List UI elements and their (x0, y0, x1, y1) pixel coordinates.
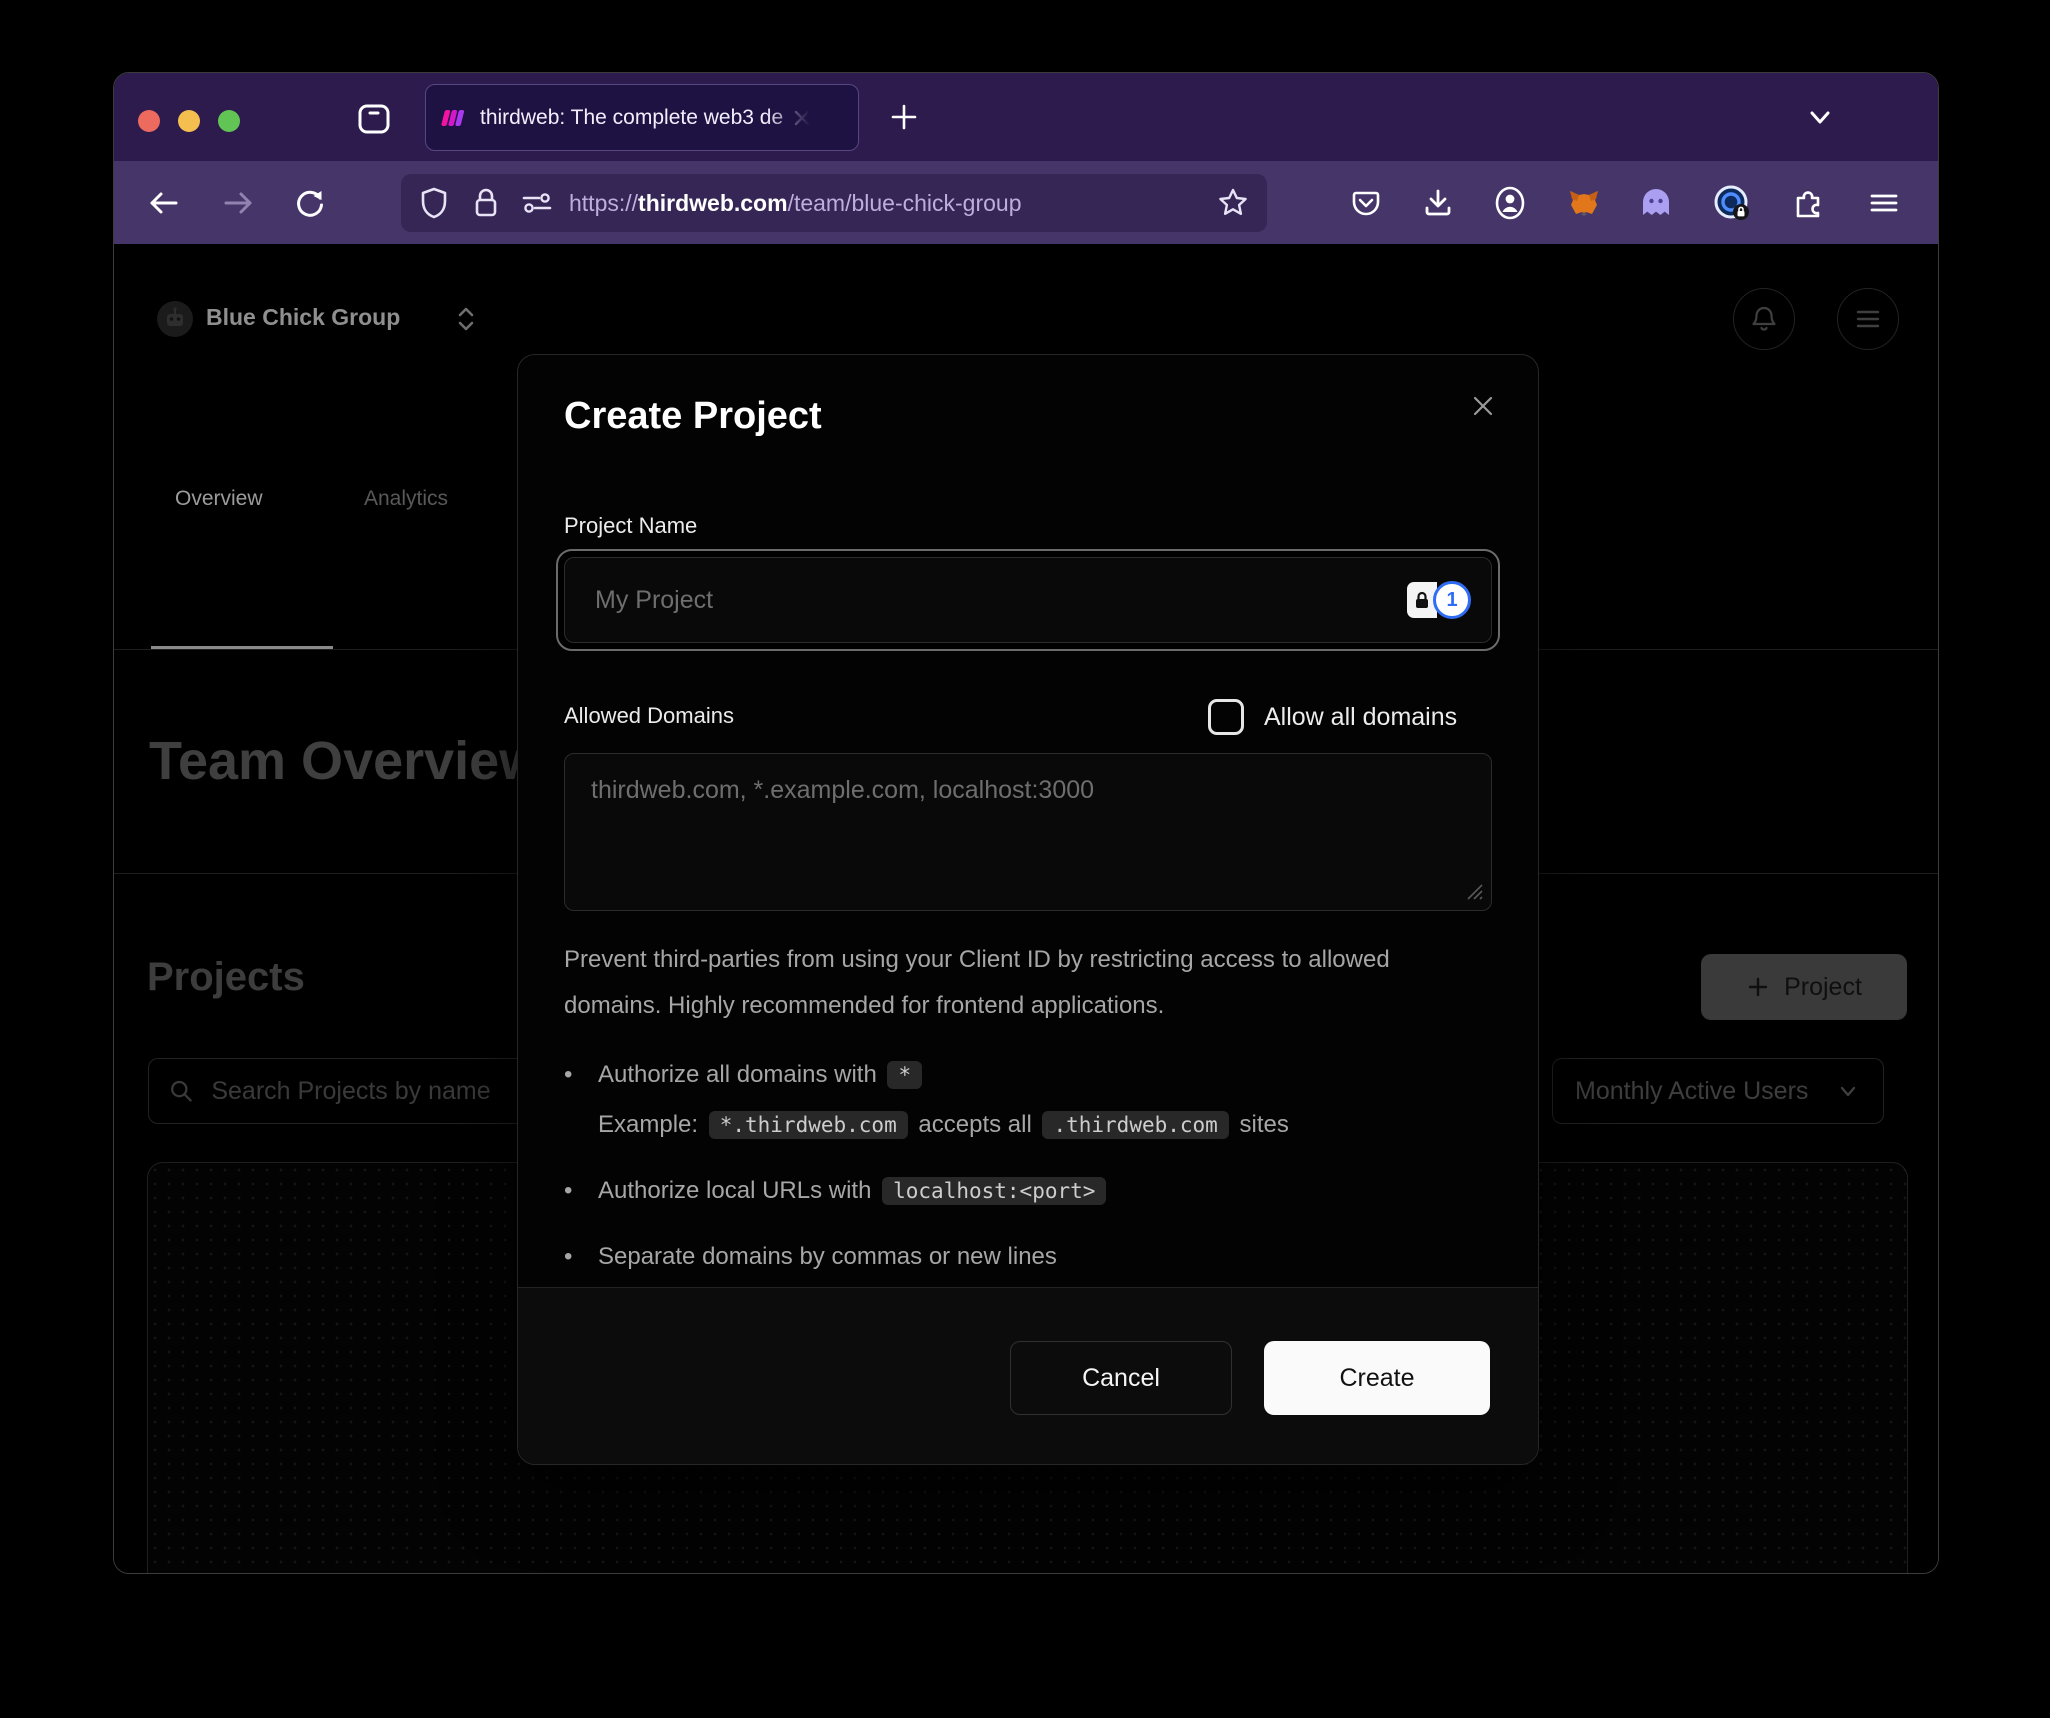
team-avatar[interactable] (156, 300, 194, 338)
metamask-icon[interactable] (1562, 181, 1606, 225)
page-title: Team Overview (149, 730, 541, 792)
team-name[interactable]: Blue Chick Group (206, 304, 400, 331)
account-menu-button[interactable] (1837, 288, 1899, 350)
account-icon[interactable] (1488, 181, 1532, 225)
localhost-chip: localhost:<port> (882, 1177, 1106, 1205)
traffic-light-close[interactable] (138, 110, 160, 132)
downloads-icon[interactable] (1416, 181, 1460, 225)
firefox-view-icon[interactable] (356, 102, 392, 141)
url-text[interactable]: https://thirdweb.com/team/blue-chick-gro… (569, 190, 1215, 217)
project-name-focus-ring: 1 (556, 549, 1500, 651)
close-icon (1468, 391, 1498, 421)
tab-list-chevron-icon[interactable] (1802, 105, 1838, 131)
help-example-line: Example: *.thirdweb.com accepts all .thi… (598, 1105, 1289, 1145)
bookmark-star-icon[interactable] (1215, 185, 1251, 221)
help-bullet-local-urls: • Authorize local URLs with localhost:<p… (564, 1171, 1494, 1211)
projects-heading: Projects (147, 955, 305, 1000)
pocket-icon[interactable] (1344, 181, 1388, 225)
tab-analytics[interactable]: Analytics (364, 487, 448, 511)
new-project-button-label: Project (1784, 973, 1862, 1002)
allow-all-domains-checkbox[interactable] (1208, 699, 1244, 735)
bell-icon (1749, 303, 1779, 335)
menu-lines-icon (1854, 307, 1882, 331)
example-middle: accepts all (918, 1111, 1031, 1138)
allow-all-domains-row[interactable]: Allow all domains (1208, 699, 1457, 735)
url-domain: thirdweb.com (638, 190, 788, 216)
back-icon[interactable] (142, 181, 186, 225)
team-switcher-chevrons-icon[interactable] (452, 302, 480, 336)
traffic-light-minimize[interactable] (178, 110, 200, 132)
phantom-icon[interactable] (1634, 181, 1678, 225)
modal-close-button[interactable] (1462, 385, 1504, 430)
create-button[interactable]: Create (1264, 1341, 1490, 1415)
permissions-sliders-icon[interactable] (519, 185, 555, 221)
browser-window: thirdweb: The complete web3 de (113, 72, 1939, 1574)
url-scheme: https:// (569, 190, 638, 216)
modal-footer: Cancel Create (518, 1287, 1538, 1465)
tab-overview[interactable]: Overview (175, 487, 263, 511)
allowed-domains-help-text: Prevent third-parties from using your Cl… (564, 937, 1476, 1029)
example-suffix: sites (1240, 1111, 1289, 1138)
tab-title-fade (766, 97, 810, 141)
extensions-puzzle-icon[interactable] (1786, 181, 1830, 225)
new-tab-icon[interactable] (888, 101, 920, 133)
tab-strip: thirdweb: The complete web3 de (114, 73, 1938, 161)
project-name-field[interactable]: 1 (564, 557, 1492, 643)
domain-chip: .thirdweb.com (1042, 1111, 1228, 1139)
reload-icon[interactable] (288, 181, 332, 225)
notifications-button[interactable] (1733, 288, 1795, 350)
project-name-label: Project Name (564, 513, 697, 539)
plus-icon (1746, 975, 1770, 999)
project-name-input[interactable] (593, 585, 1407, 616)
wildcard-chip: * (887, 1061, 922, 1089)
sort-dropdown-label: Monthly Active Users (1575, 1077, 1808, 1106)
wildcard-domain-chip: *.thirdweb.com (709, 1111, 908, 1139)
navigation-toolbar: https://thirdweb.com/team/blue-chick-gro… (114, 161, 1938, 244)
help-bullet-separate: • Separate domains by commas or new line… (564, 1237, 1494, 1277)
bullet2-text: Authorize local URLs with (598, 1177, 871, 1204)
bullet1-text: Authorize all domains with (598, 1061, 877, 1088)
chevron-down-icon (1835, 1078, 1861, 1104)
modal-title: Create Project (564, 395, 822, 438)
url-bar[interactable]: https://thirdweb.com/team/blue-chick-gro… (401, 174, 1267, 232)
cancel-button[interactable]: Cancel (1010, 1341, 1232, 1415)
sort-dropdown[interactable]: Monthly Active Users (1552, 1058, 1884, 1124)
new-project-button[interactable]: Project (1701, 954, 1907, 1020)
create-project-modal: Create Project Project Name (517, 354, 1539, 1465)
example-prefix: Example: (598, 1111, 698, 1138)
allowed-domains-textarea[interactable] (564, 753, 1492, 911)
allowed-domains-help-list: • Authorize all domains with * Example: … (564, 1055, 1494, 1303)
tracking-shield-icon[interactable] (417, 185, 451, 221)
lock-icon[interactable] (469, 185, 503, 221)
allowed-domains-label: Allowed Domains (564, 703, 734, 729)
help-bullet-authorize-all: • Authorize all domains with * Example: … (564, 1055, 1494, 1145)
url-path: /team/blue-chick-group (788, 190, 1022, 216)
menu-hamburger-icon[interactable] (1862, 181, 1906, 225)
forward-icon[interactable] (216, 181, 260, 225)
allow-all-domains-label: Allow all domains (1264, 703, 1457, 732)
onepassword-icon[interactable] (1710, 181, 1754, 225)
search-icon (167, 1076, 195, 1106)
bullet3-text: Separate domains by commas or new lines (598, 1243, 1057, 1270)
tab-title: thirdweb: The complete web3 de (480, 106, 790, 130)
traffic-light-zoom[interactable] (218, 110, 240, 132)
screenshot-canvas: thirdweb: The complete web3 de (0, 0, 2050, 1718)
onepassword-one-icon: 1 (1433, 581, 1471, 619)
browser-tab[interactable]: thirdweb: The complete web3 de (425, 84, 859, 151)
thirdweb-logo-icon (440, 106, 468, 130)
onepassword-autofill-badge[interactable]: 1 (1407, 581, 1471, 619)
